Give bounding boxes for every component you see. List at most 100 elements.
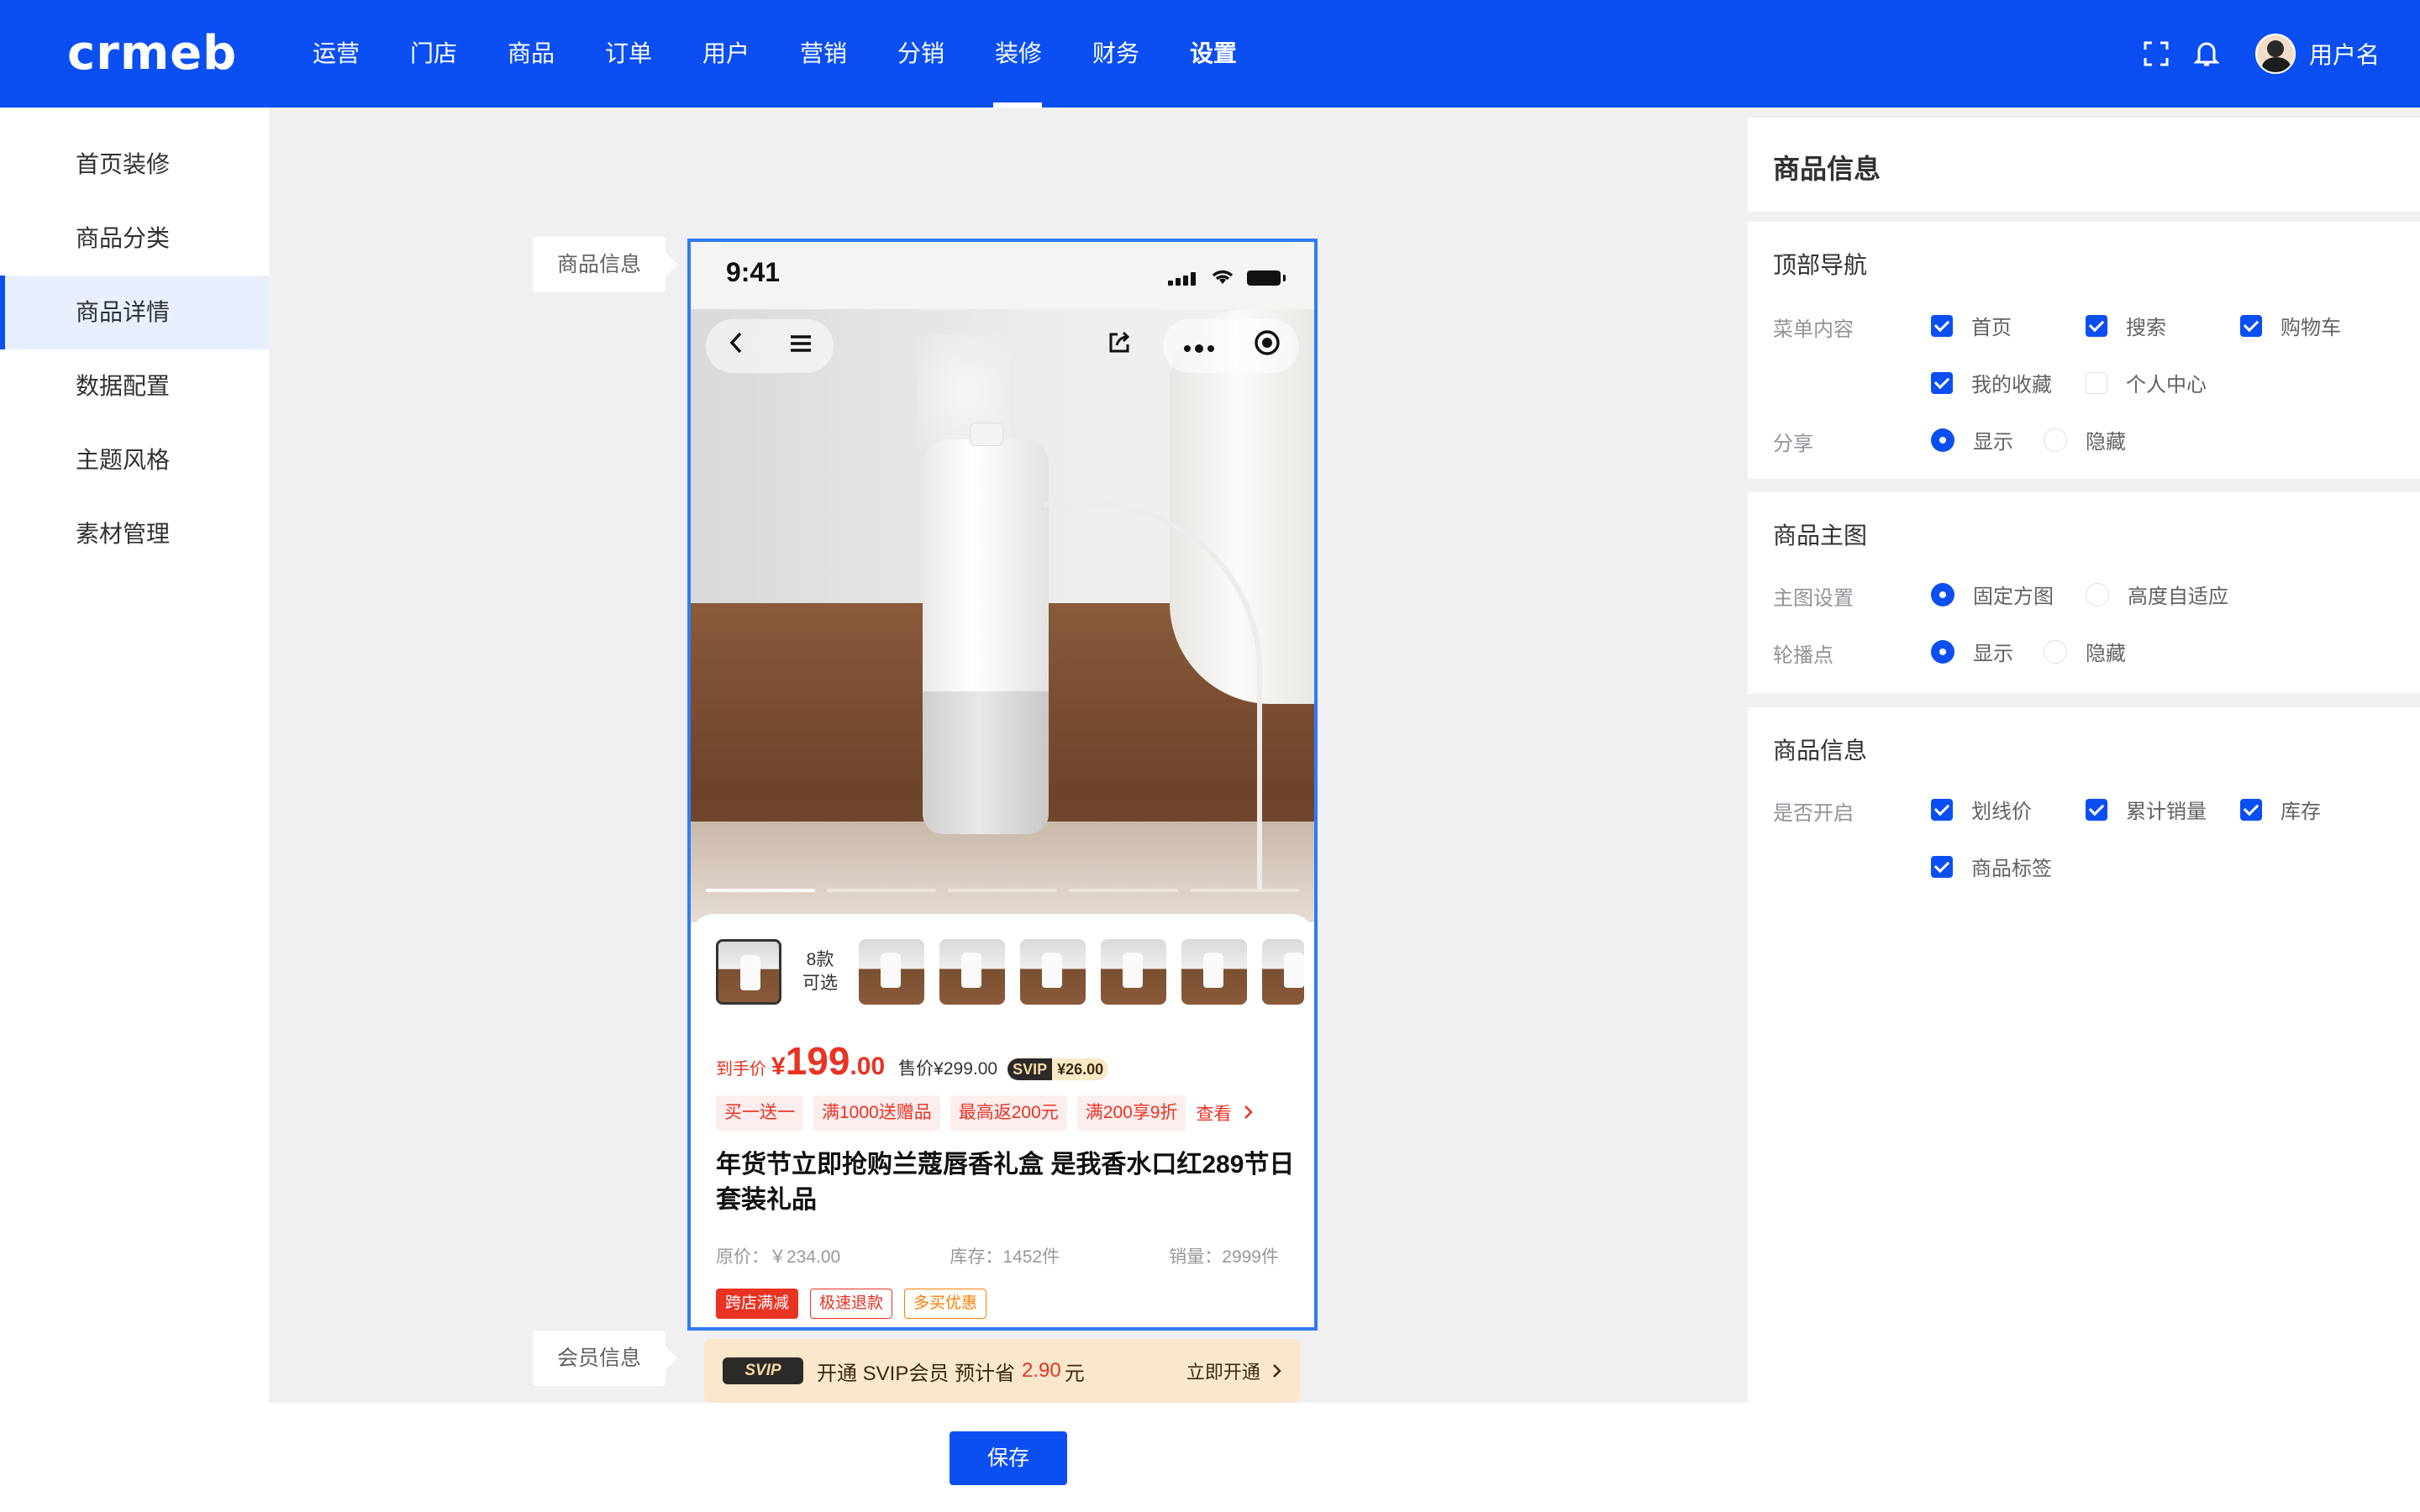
promo-tag[interactable]: 满1000送赠品 [813, 1095, 940, 1131]
capsule-menu [1163, 319, 1299, 373]
radio-share-hide[interactable]: 隐藏 [2044, 425, 2126, 454]
price-decimal: .00 [850, 1053, 886, 1080]
radio-dots-show[interactable]: 显示 [1931, 637, 2013, 666]
nav-item-decoration[interactable]: 装修 [970, 0, 1067, 108]
sku-thumbnail[interactable] [716, 939, 781, 1005]
checkbox-search[interactable]: 搜索 [2086, 311, 2166, 340]
sku-thumbnail[interactable] [939, 939, 1005, 1005]
promo-tag[interactable]: 最高返200元 [950, 1095, 1067, 1131]
share-action [1094, 319, 1144, 373]
price-label: 到手价 [716, 1060, 766, 1079]
close-capsule-icon[interactable] [1254, 329, 1281, 363]
member-amount: 2.90 [1022, 1359, 1061, 1382]
product-meta: 原价：￥234.00 库存：1452件 销量：2999件 [716, 1243, 1279, 1268]
nav-item-marketing[interactable]: 营销 [775, 0, 872, 108]
top-actions: 用户名 [2139, 0, 2380, 108]
fullscreen-icon[interactable] [2139, 37, 2173, 71]
username[interactable]: 用户名 [2309, 37, 2380, 71]
sidebar: 首页装修 商品分类 商品详情 数据配置 主题风格 素材管理 [0, 108, 269, 1512]
checkbox-favorites[interactable]: 我的收藏 [1931, 368, 2052, 397]
price-row: 到手价 ¥ 199 .00 售价¥299.00 SVIP ¥26.00 [716, 1038, 1109, 1084]
component-tag-member-info[interactable]: 会员信息 [533, 1331, 677, 1386]
checkbox-cart[interactable]: 购物车 [2240, 311, 2341, 340]
checkbox-stock[interactable]: 库存 [2240, 795, 2321, 824]
radio-dots-hide[interactable]: 隐藏 [2044, 637, 2126, 666]
share-icon[interactable] [1107, 330, 1132, 362]
sidebar-item-category[interactable]: 商品分类 [0, 202, 269, 276]
phone-status-bar: 9:41 [691, 242, 1314, 309]
nav-item-distribution[interactable]: 分销 [872, 0, 970, 108]
sidebar-item-materials[interactable]: 素材管理 [0, 497, 269, 571]
carousel-dots-label: 轮播点 [1773, 644, 1833, 667]
sidebar-item-home-decoration[interactable]: 首页装修 [0, 128, 269, 202]
radio-fixed-square[interactable]: 固定方图 [1931, 580, 2054, 609]
promotion-tags: 买一送一 满1000送赠品 最高返200元 满200享9折 查看 [716, 1095, 1255, 1131]
save-button[interactable]: 保存 [950, 1431, 1067, 1485]
panel-header: 商品信息 [1748, 118, 2420, 212]
checkbox-total-sales[interactable]: 累计销量 [2086, 795, 2207, 824]
sku-thumbnail[interactable] [859, 939, 924, 1005]
nav-item-stores[interactable]: 门店 [385, 0, 482, 108]
hero-left-actions [706, 319, 834, 373]
sidebar-item-product-detail[interactable]: 商品详情 [0, 276, 269, 349]
sku-thumbnails: 8款 可选 [716, 939, 1304, 1005]
sku-thumbnail[interactable] [1101, 939, 1166, 1005]
checkbox-profile[interactable]: 个人中心 [2086, 368, 2207, 397]
section-top-nav: 顶部导航 菜单内容 首页 搜索 购物车 我的收藏 个人中心 分享 显示 隐藏 [1748, 222, 2420, 479]
phone-preview[interactable]: 9:41 8款 可选 到手价 ¥ 199 .00 售价¥299.00 SVIP … [687, 239, 1318, 1331]
product-labels: 跨店满减 极速退款 多买优惠 [716, 1289, 998, 1319]
promo-tag[interactable]: 买一送一 [716, 1095, 803, 1131]
brand-logo[interactable]: crmeb [67, 25, 237, 82]
radio-auto-height[interactable]: 高度自适应 [2086, 580, 2228, 609]
status-time: 9:41 [726, 257, 781, 287]
product-main-image[interactable] [691, 309, 1314, 922]
product-label: 跨店满减 [716, 1289, 799, 1319]
nav-item-operations[interactable]: 运营 [287, 0, 385, 108]
status-icons [1168, 267, 1286, 286]
promo-more-link[interactable]: 查看 [1196, 1100, 1255, 1126]
checkbox-product-tags[interactable]: 商品标签 [1931, 852, 2052, 881]
sku-thumbnail[interactable] [1181, 939, 1247, 1005]
share-label: 分享 [1773, 433, 1813, 455]
product-label: 极速退款 [810, 1289, 893, 1319]
sale-price: 售价¥299.00 [898, 1059, 998, 1079]
bell-icon[interactable] [2190, 37, 2223, 71]
nav-item-settings[interactable]: 设置 [1165, 0, 1262, 108]
member-banner[interactable]: SVIP 开通 SVIP会员 预计省 2.90 元 立即开通 [704, 1339, 1301, 1403]
sidebar-item-theme[interactable]: 主题风格 [0, 423, 269, 497]
sidebar-item-data-config[interactable]: 数据配置 [0, 349, 269, 423]
sku-count[interactable]: 8款 可选 [797, 948, 844, 995]
carousel-dots [706, 889, 1311, 892]
svip-logo: SVIP [723, 1357, 803, 1384]
original-price: 原价：￥234.00 [716, 1247, 841, 1267]
checkbox-strikethrough-price[interactable]: 划线价 [1931, 795, 2032, 824]
radio-share-show[interactable]: 显示 [1931, 425, 2013, 454]
checkbox-home[interactable]: 首页 [1931, 311, 2012, 340]
top-navbar: crmeb 运营 门店 商品 订单 用户 营销 分销 装修 财务 设置 用户名 [0, 0, 2420, 108]
nav-item-orders[interactable]: 订单 [580, 0, 677, 108]
product-title: 年货节立即抢购兰蔻唇香礼盒 是我香水口红289节日套装礼品 [716, 1151, 1295, 1214]
nav-item-finance[interactable]: 财务 [1067, 0, 1165, 108]
component-tag-product-info[interactable]: 商品信息 [533, 237, 677, 292]
stock-count: 库存：1452件 [950, 1247, 1060, 1267]
main-nav: 运营 门店 商品 订单 用户 营销 分销 装修 财务 设置 [287, 0, 1262, 108]
chevron-right-icon [1273, 1364, 1281, 1378]
avatar[interactable] [2254, 34, 2296, 74]
back-icon[interactable] [727, 331, 747, 361]
enable-label: 是否开启 [1773, 802, 1854, 825]
member-open-link[interactable]: 立即开通 [1186, 1357, 1282, 1384]
menu-icon[interactable] [789, 332, 813, 360]
product-label: 多买优惠 [904, 1289, 987, 1319]
menu-content-label: 菜单内容 [1773, 318, 1854, 341]
member-unit: 元 [1064, 1362, 1085, 1385]
wifi-icon [1212, 270, 1234, 284]
section-product-info: 商品信息 是否开启 划线价 累计销量 库存 商品标签 [1748, 707, 2420, 1512]
nav-item-products[interactable]: 商品 [482, 0, 580, 108]
sku-thumbnail[interactable] [1020, 939, 1086, 1005]
sku-thumbnail[interactable] [1262, 939, 1304, 1005]
more-icon[interactable] [1182, 332, 1216, 360]
svip-price-badge: SVIP ¥26.00 [1007, 1058, 1109, 1080]
nav-item-users[interactable]: 用户 [677, 0, 775, 108]
section-title: 顶部导航 [1773, 252, 1868, 278]
promo-tag[interactable]: 满200享9折 [1076, 1095, 1186, 1131]
